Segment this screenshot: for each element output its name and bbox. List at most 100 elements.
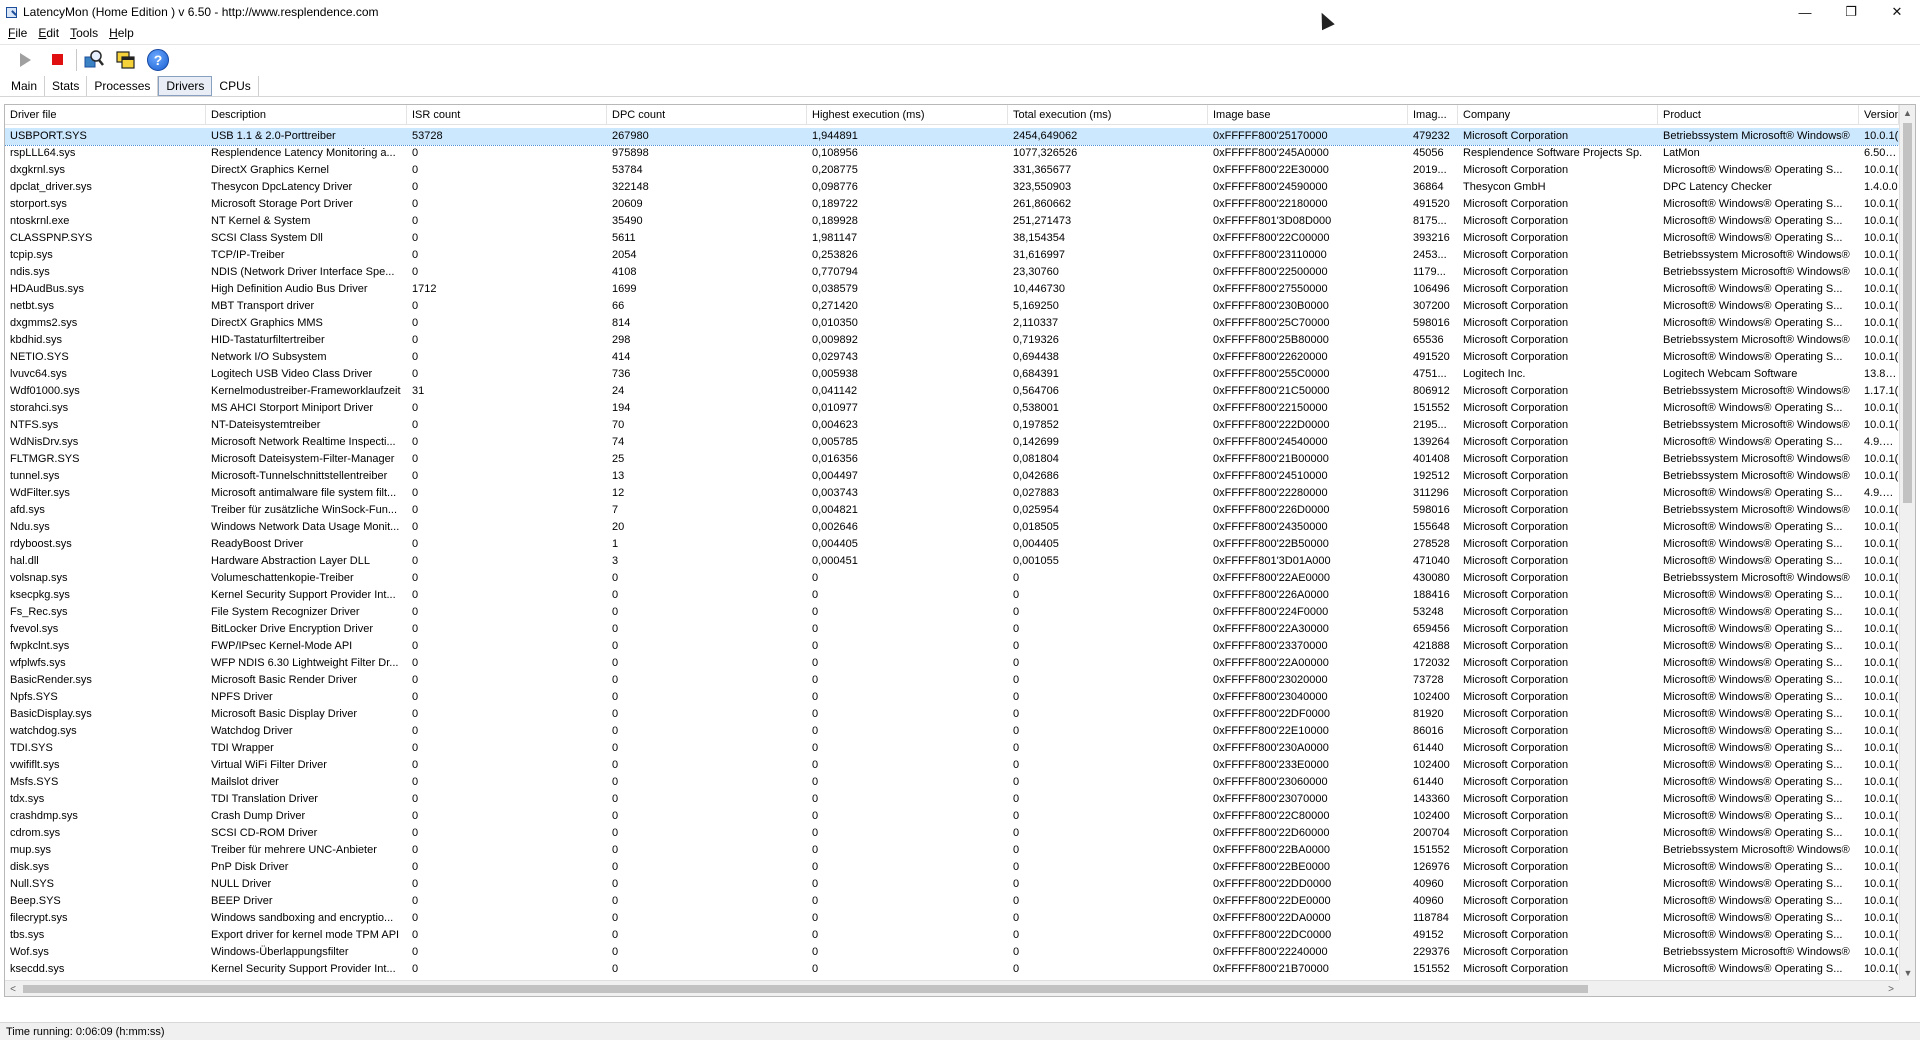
- table-row[interactable]: BasicDisplay.sys Microsoft Basic Display …: [5, 706, 1899, 723]
- cell-company: Microsoft Corporation: [1463, 657, 1569, 669]
- table-row[interactable]: fvevol.sys BitLocker Drive Encryption Dri…: [5, 621, 1899, 638]
- tab-drivers[interactable]: Drivers: [158, 76, 213, 96]
- table-row[interactable]: dxgkrnl.sys DirectX Graphics Kernel 0 53784…: [5, 162, 1899, 179]
- column-header-driver-file[interactable]: Driver file: [5, 105, 206, 125]
- column-header-isr-count[interactable]: ISR count: [407, 105, 607, 125]
- start-monitor-button[interactable]: [12, 47, 38, 73]
- cell-company: Microsoft Corporation: [1463, 555, 1569, 567]
- menu-help[interactable]: Help: [109, 26, 134, 40]
- table-row[interactable]: lvuvc64.sys Logitech USB Video Class Driv…: [5, 366, 1899, 383]
- stop-monitor-button[interactable]: [44, 47, 70, 73]
- cell-image-size: 73728: [1413, 674, 1444, 686]
- table-row[interactable]: ksecdd.sys Kernel Security Support Provid…: [5, 961, 1899, 978]
- table-row[interactable]: vwififlt.sys Virtual WiFi Filter Driver 0 0…: [5, 757, 1899, 774]
- cell-dpc-count: 0: [612, 572, 619, 584]
- table-row[interactable]: Msfs.SYS Mailslot driver 0 0 0 0 0xFFFFF800'23…: [5, 774, 1899, 791]
- table-row[interactable]: afd.sys Treiber für zusätzliche WinSock-F…: [5, 502, 1899, 519]
- table-row[interactable]: NETIO.SYS Network I/O Subsystem 0 414 0,0297…: [5, 349, 1899, 366]
- cell-highest-execution: 0: [812, 572, 819, 584]
- column-header-version[interactable]: Version: [1859, 105, 1899, 125]
- scroll-right-arrow[interactable]: >: [1883, 981, 1899, 996]
- table-row[interactable]: CLASSPNP.SYS SCSI Class System Dll 0 5611 1,…: [5, 230, 1899, 247]
- table-row[interactable]: tdx.sys TDI Translation Driver 0 0 0 0 0xFFFFF…: [5, 791, 1899, 808]
- table-row[interactable]: wfplwfs.sys WFP NDIS 6.30 Lightweight Fil…: [5, 655, 1899, 672]
- vertical-scroll-thumb[interactable]: [1903, 123, 1912, 503]
- table-row[interactable]: HDAudBus.sys High Definition Audio Bus Dr…: [5, 281, 1899, 298]
- column-header-highest-execution[interactable]: Highest execution (ms): [807, 105, 1008, 125]
- windows-overlay-button[interactable]: [113, 47, 139, 73]
- table-row[interactable]: kbdhid.sys HID-Tastaturfiltertreiber 0 298 0…: [5, 332, 1899, 349]
- table-row[interactable]: Fs_Rec.sys File System Recognizer Driver 0…: [5, 604, 1899, 621]
- horizontal-scroll-thumb[interactable]: [23, 985, 1588, 993]
- table-row[interactable]: filecrypt.sys Windows sandboxing and encr…: [5, 910, 1899, 927]
- table-row[interactable]: Ndu.sys Windows Network Data Usage Monit.…: [5, 519, 1899, 536]
- tab-processes[interactable]: Processes: [87, 76, 159, 96]
- table-row[interactable]: storahci.sys MS AHCI Storport Miniport Dr…: [5, 400, 1899, 417]
- cell-isr-count: 0: [412, 674, 419, 686]
- tab-stats[interactable]: Stats: [45, 76, 88, 96]
- table-row[interactable]: FLTMGR.SYS Microsoft Dateisystem-Filter-M…: [5, 451, 1899, 468]
- column-header-image-size[interactable]: Imag...: [1408, 105, 1458, 125]
- cell-isr-count: 0: [412, 538, 419, 550]
- menu-file[interactable]: File: [8, 26, 27, 40]
- table-row[interactable]: WdFilter.sys Microsoft antimalware file s…: [5, 485, 1899, 502]
- table-body[interactable]: USBPORT.SYS USB 1.1 & 2.0-Porttreiber 5372…: [5, 128, 1899, 978]
- cell-highest-execution: 0: [812, 725, 819, 737]
- close-button[interactable]: ✕: [1874, 0, 1920, 24]
- column-header-product[interactable]: Product: [1658, 105, 1859, 125]
- table-row[interactable]: NTFS.sys NT-Dateisystemtreiber 0 70 0,004623…: [5, 417, 1899, 434]
- restore-button[interactable]: ❐: [1828, 0, 1874, 24]
- table-row[interactable]: dxgmms2.sys DirectX Graphics MMS 0 814 0,010…: [5, 315, 1899, 332]
- table-row[interactable]: tcpip.sys TCP/IP-Treiber 0 2054 0,253826 31,6…: [5, 247, 1899, 264]
- cell-isr-count: 0: [412, 657, 419, 669]
- column-header-dpc-count[interactable]: DPC count: [607, 105, 807, 125]
- table-row[interactable]: tbs.sys Export driver for kernel mode TPM…: [5, 927, 1899, 944]
- cell-driver-file: crashdmp.sys: [10, 810, 78, 822]
- table-row[interactable]: disk.sys PnP Disk Driver 0 0 0 0 0xFFFFF800'22…: [5, 859, 1899, 876]
- column-header-image-base[interactable]: Image base: [1208, 105, 1408, 125]
- cell-isr-count: 0: [412, 810, 419, 822]
- menu-tools[interactable]: Tools: [70, 26, 98, 40]
- table-row[interactable]: cdrom.sys SCSI CD-ROM Driver 0 0 0 0 0xFFFFF80…: [5, 825, 1899, 842]
- table-row[interactable]: netbt.sys MBT Transport driver 0 66 0,271420…: [5, 298, 1899, 315]
- column-header-total-execution[interactable]: Total execution (ms): [1008, 105, 1208, 125]
- horizontal-scrollbar[interactable]: < >: [5, 980, 1899, 996]
- table-row[interactable]: Wdf01000.sys Kernelmodustreiber-Framework…: [5, 383, 1899, 400]
- table-row[interactable]: crashdmp.sys Crash Dump Driver 0 0 0 0 0xFFFFF…: [5, 808, 1899, 825]
- cell-image-size: 36864: [1413, 181, 1444, 193]
- table-row[interactable]: hal.dll Hardware Abstraction Layer DLL 0 3 0…: [5, 553, 1899, 570]
- table-row[interactable]: watchdog.sys Watchdog Driver 0 0 0 0 0xFFFFF80…: [5, 723, 1899, 740]
- table-row[interactable]: Beep.SYS BEEP Driver 0 0 0 0 0xFFFFF800'22DE00…: [5, 893, 1899, 910]
- table-row[interactable]: mup.sys Treiber für mehrere UNC-Anbieter 0…: [5, 842, 1899, 859]
- table-row[interactable]: ntoskrnl.exe NT Kernel & System 0 35490 0,18…: [5, 213, 1899, 230]
- table-row[interactable]: dpclat_driver.sys Thesycon DpcLatency Dri…: [5, 179, 1899, 196]
- scroll-down-arrow[interactable]: ▼: [1900, 965, 1915, 981]
- table-row[interactable]: rdyboost.sys ReadyBoost Driver 0 1 0,004405 0…: [5, 536, 1899, 553]
- table-row[interactable]: tunnel.sys Microsoft-Tunnelschnittstellen…: [5, 468, 1899, 485]
- table-row[interactable]: TDI.SYS TDI Wrapper 0 0 0 0 0xFFFFF800'230A000…: [5, 740, 1899, 757]
- table-row[interactable]: ndis.sys NDIS (Network Driver Interface S…: [5, 264, 1899, 281]
- help-button[interactable]: ?: [145, 47, 171, 73]
- cell-image-base: 0xFFFFF800'21B70000: [1213, 963, 1329, 975]
- scroll-up-arrow[interactable]: ▲: [1900, 105, 1915, 121]
- table-row[interactable]: storport.sys Microsoft Storage Port Drive…: [5, 196, 1899, 213]
- menu-edit[interactable]: Edit: [38, 26, 59, 40]
- table-row[interactable]: USBPORT.SYS USB 1.1 & 2.0-Porttreiber 5372…: [5, 128, 1899, 146]
- table-row[interactable]: volsnap.sys Volumeschattenkopie-Treiber 0 0…: [5, 570, 1899, 587]
- table-row[interactable]: fwpkclnt.sys FWP/IPsec Kernel-Mode API 0 0 0…: [5, 638, 1899, 655]
- table-row[interactable]: Npfs.SYS NPFS Driver 0 0 0 0 0xFFFFF800'230400…: [5, 689, 1899, 706]
- column-header-description[interactable]: Description: [206, 105, 407, 125]
- minimize-button[interactable]: —: [1782, 0, 1828, 24]
- tab-main[interactable]: Main: [4, 76, 46, 96]
- table-row[interactable]: Null.SYS NULL Driver 0 0 0 0 0xFFFFF800'22DD00…: [5, 876, 1899, 893]
- vertical-scrollbar[interactable]: ▲ ▼: [1899, 105, 1915, 981]
- driver-search-button[interactable]: [81, 47, 107, 73]
- tab-cpus[interactable]: CPUs: [212, 76, 259, 96]
- table-row[interactable]: Wof.sys Windows-Überlappungsfilter 0 0 0 0 0xF…: [5, 944, 1899, 961]
- column-header-company[interactable]: Company: [1458, 105, 1658, 125]
- table-row[interactable]: BasicRender.sys Microsoft Basic Render Dr…: [5, 672, 1899, 689]
- table-row[interactable]: ksecpkg.sys Kernel Security Support Provi…: [5, 587, 1899, 604]
- table-row[interactable]: WdNisDrv.sys Microsoft Network Realtime I…: [5, 434, 1899, 451]
- table-row[interactable]: rspLLL64.sys Resplendence Latency Monitor…: [5, 145, 1899, 162]
- scroll-left-arrow[interactable]: <: [5, 981, 21, 996]
